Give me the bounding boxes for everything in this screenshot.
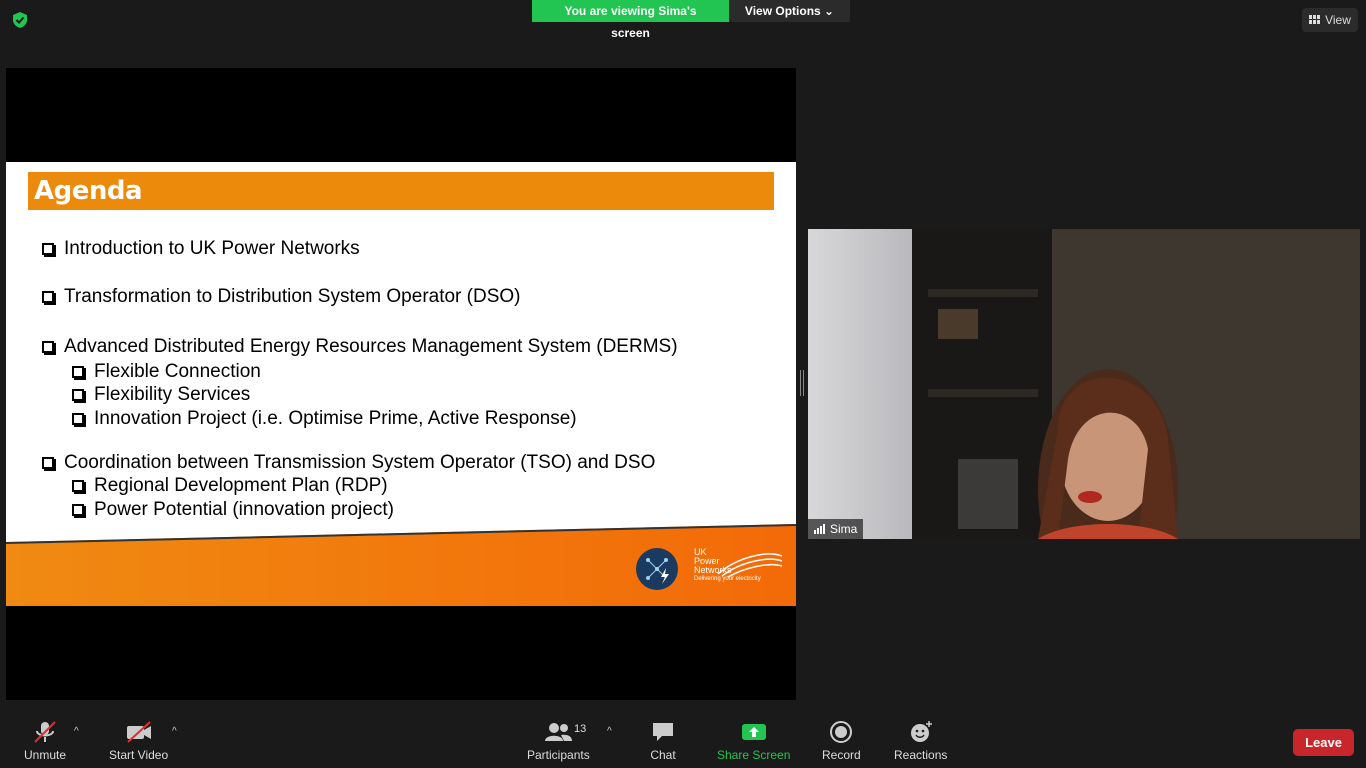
checkbox-bullet-icon (72, 366, 84, 378)
view-layout-button[interactable]: View (1302, 8, 1358, 32)
grid-view-icon (1309, 15, 1321, 24)
checkbox-bullet-icon (42, 341, 54, 353)
record-icon (830, 721, 853, 743)
zoom-meeting-window: You are viewing Sima's screen View Optio… (0, 0, 1366, 768)
agenda-subitem: Power Potential (innovation project) (72, 499, 394, 521)
agenda-subitem: Flexibility Services (72, 384, 250, 406)
meeting-toolbar: Unmute ^ Start Video ^ Participants 13 ^ (0, 710, 1366, 768)
dso-logo-icon (636, 548, 678, 590)
security-shield-icon[interactable] (11, 11, 29, 29)
participant-name: Sima (830, 522, 858, 536)
record-button[interactable]: Record (822, 720, 861, 762)
checkbox-bullet-icon (72, 413, 84, 425)
presentation-slide: Agenda Introduction to UK Power Networks… (6, 162, 796, 606)
participants-icon (545, 723, 573, 741)
agenda-item: Transformation to Distribution System Op… (42, 286, 521, 308)
view-options-button[interactable]: View Options ⌄ (729, 0, 850, 22)
participants-options-caret-icon[interactable]: ^ (607, 726, 612, 737)
muted-microphone-icon (34, 721, 56, 743)
agenda-item: Advanced Distributed Energy Resources Ma… (42, 336, 678, 358)
shared-screen[interactable]: Agenda Introduction to UK Power Networks… (6, 68, 796, 700)
leave-button[interactable]: Leave (1293, 729, 1354, 756)
chat-button[interactable]: Chat (650, 720, 676, 762)
ukpn-swoosh-icon (717, 553, 783, 578)
participant-video[interactable] (808, 229, 1360, 539)
checkbox-bullet-icon (42, 457, 54, 469)
checkbox-bullet-icon (72, 389, 84, 401)
participant-name-tag: Sima (808, 519, 864, 539)
reactions-button[interactable]: Reactions (894, 720, 947, 762)
connection-signal-icon (814, 524, 825, 534)
participants-count: 13 (574, 723, 587, 735)
share-screen-button[interactable]: Share Screen (717, 720, 790, 762)
reactions-icon (910, 721, 932, 742)
panel-resize-handle[interactable] (800, 370, 804, 396)
chat-icon (653, 723, 673, 741)
agenda-subitem: Innovation Project (i.e. Optimise Prime,… (72, 408, 577, 430)
video-feed-image (808, 229, 1360, 539)
agenda-subitem: Regional Development Plan (RDP) (72, 475, 388, 497)
audio-options-caret-icon[interactable]: ^ (74, 726, 79, 737)
viewing-screen-label: You are viewing Sima's screen (532, 0, 729, 40)
checkbox-bullet-icon (42, 291, 54, 303)
agenda-item: Coordination between Transmission System… (42, 452, 655, 474)
agenda-item: Introduction to UK Power Networks (42, 238, 360, 260)
unmute-button[interactable]: Unmute (24, 720, 66, 762)
video-options-caret-icon[interactable]: ^ (172, 726, 177, 737)
share-screen-icon (741, 724, 766, 740)
view-label: View (1325, 13, 1351, 27)
ukpn-logo: UK Power Networks Delivering your electr… (694, 548, 784, 584)
slide-title-bar: Agenda (28, 172, 774, 210)
viewing-banner: You are viewing Sima's screen View Optio… (532, 0, 850, 40)
checkbox-bullet-icon (72, 480, 84, 492)
checkbox-bullet-icon (72, 504, 84, 516)
checkbox-bullet-icon (42, 243, 54, 255)
video-off-icon (126, 721, 151, 743)
start-video-button[interactable]: Start Video (109, 720, 168, 762)
agenda-subitem: Flexible Connection (72, 361, 261, 383)
slide-title: Agenda (34, 176, 143, 206)
